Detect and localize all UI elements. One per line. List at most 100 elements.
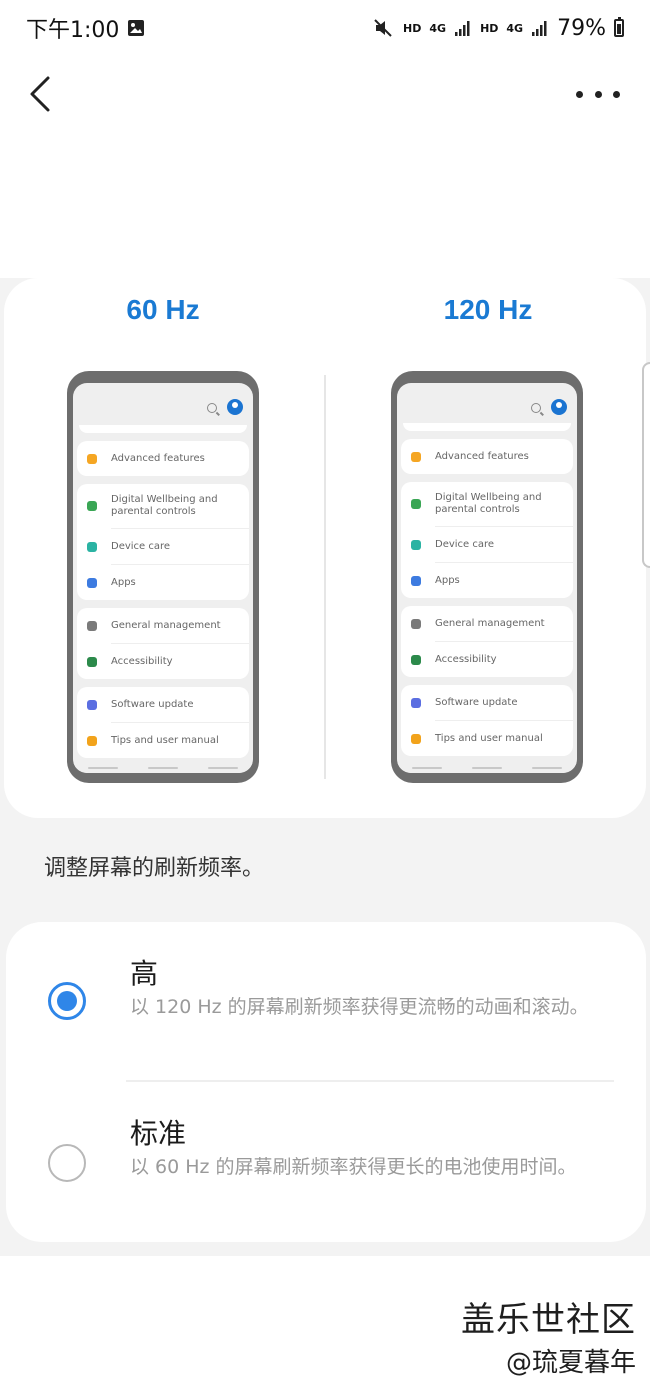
avatar-icon [551, 399, 567, 415]
option-high[interactable]: 高 以 120 Hz 的屏幕刷新频率获得更流畅的动画和滚动。 [0, 940, 640, 1080]
menu-item-icon [411, 499, 421, 509]
option-high-desc: 以 120 Hz 的屏幕刷新频率获得更流畅的动画和滚动。 [130, 996, 589, 1018]
menu-item-icon [87, 735, 97, 746]
radio-high[interactable] [48, 982, 86, 1020]
menu-item-label: Digital Wellbeing and parental controls [111, 494, 218, 517]
menu-item-label: Device care [111, 541, 171, 552]
phone-menu-group: General management Accessibility [77, 608, 249, 679]
menu-item-label: Tips and user manual [111, 735, 219, 746]
phone-menu-item: Accessibility [411, 641, 573, 677]
preview-divider [324, 375, 326, 779]
option-divider [126, 1080, 614, 1082]
phone-nav-bar [73, 763, 253, 773]
app-bar [0, 56, 650, 136]
option-standard-title: 标准 [130, 1117, 187, 1150]
menu-item-icon [411, 539, 421, 550]
menu-item-icon [87, 620, 97, 631]
phone-screen: Advanced features Digital Wellbeing and p… [73, 383, 253, 773]
battery-icon [614, 17, 624, 37]
watermark-community: 盖乐世社区 [461, 1300, 636, 1340]
phone-preview-60hz: Advanced features Digital Wellbeing and p… [67, 371, 259, 783]
back-icon [30, 76, 50, 112]
menu-item-icon [87, 699, 97, 710]
more-icon-dot [613, 90, 620, 98]
phone-menu-item: Device care [411, 526, 573, 562]
preview-label-120hz: 120 Hz [443, 294, 533, 325]
menu-item-label: Apps [111, 577, 136, 588]
phone-menu-item: Tips and user manual [411, 720, 573, 756]
phone-menu-group: Advanced features [77, 441, 249, 476]
mute-icon [374, 19, 392, 37]
phone-menu-item: Advanced features [401, 439, 573, 474]
hd-label-1: HD [403, 21, 422, 35]
phone-menu-item: Accessibility [87, 643, 249, 679]
menu-item-icon [411, 618, 421, 629]
phone-menu-group: General management Accessibility [401, 606, 573, 677]
phone-screen-strip [79, 425, 247, 433]
menu-item-label: Software update [435, 697, 518, 708]
battery-percent: 79% [557, 15, 606, 41]
phone-menu-item: General management [77, 608, 249, 643]
option-high-title: 高 [130, 957, 159, 990]
phone-screen-strip [403, 423, 571, 431]
avatar-icon [227, 399, 243, 415]
phone-menu-item: Software update [401, 685, 573, 720]
watermark-author: @琉夏暮年 [505, 1348, 636, 1378]
phone-screen-header [397, 383, 577, 423]
phone-menu-item: Digital Wellbeing and parental controls [77, 484, 249, 528]
phone-menu-group: Advanced features [401, 439, 573, 474]
refresh-rate-description: 调整屏幕的刷新频率。 [44, 856, 265, 881]
menu-item-label: Tips and user manual [435, 733, 543, 744]
menu-item-icon [87, 656, 97, 667]
more-options-button[interactable] [576, 80, 620, 108]
phone-menu: Advanced features Digital Wellbeing and p… [397, 439, 577, 756]
menu-item-label: Software update [111, 699, 194, 710]
gallery-icon [128, 20, 145, 36]
back-button[interactable] [22, 70, 66, 118]
menu-item-label: General management [111, 620, 221, 631]
status-bar: 下午1:00 HD 4G HD 4G 79% [0, 0, 650, 56]
phone-preview-120hz: Advanced features Digital Wellbeing and p… [391, 371, 583, 783]
menu-item-label: Device care [435, 539, 495, 550]
menu-item-icon [87, 501, 97, 511]
status-left: 下午1:00 [26, 12, 145, 44]
status-time: 下午1:00 [26, 18, 120, 43]
option-standard[interactable]: 标准 以 60 Hz 的屏幕刷新频率获得更长的电池使用时间。 [0, 1100, 640, 1230]
menu-item-icon [87, 453, 97, 464]
phone-menu-group: Software update Tips and user manual [77, 687, 249, 758]
phone-menu-group: Software update Tips and user manual [401, 685, 573, 756]
search-icon [207, 403, 217, 413]
more-icon [576, 90, 583, 98]
menu-item-label: Digital Wellbeing and parental controls [435, 492, 542, 515]
phone-screen: Advanced features Digital Wellbeing and p… [397, 383, 577, 773]
menu-item-label: General management [435, 618, 545, 629]
phone-menu-group: Digital Wellbeing and parental controls D… [77, 484, 249, 600]
scrollbar-handle[interactable] [642, 362, 650, 568]
phone-screen-header [73, 383, 253, 425]
menu-item-label: Advanced features [435, 451, 529, 462]
radio-standard[interactable] [48, 1144, 86, 1182]
network-label-1: 4G [429, 21, 447, 35]
menu-item-icon [411, 575, 421, 586]
phone-menu: Advanced features Digital Wellbeing and p… [73, 441, 253, 758]
phone-menu-item: Device care [87, 528, 249, 564]
network-label-2: 4G [506, 21, 524, 35]
menu-item-label: Accessibility [111, 656, 173, 667]
phone-menu-group: Digital Wellbeing and parental controls D… [401, 482, 573, 598]
search-icon [531, 403, 541, 413]
signal-icon [532, 21, 547, 36]
option-standard-desc: 以 60 Hz 的屏幕刷新频率获得更长的电池使用时间。 [130, 1156, 577, 1178]
menu-item-icon [411, 697, 421, 708]
menu-item-label: Apps [435, 575, 460, 586]
preview-label-60hz: 60 Hz [126, 294, 200, 325]
phone-menu-item: Apps [87, 564, 249, 600]
phone-menu-item: Digital Wellbeing and parental controls [401, 482, 573, 526]
menu-item-icon [87, 541, 97, 552]
phone-menu-item: Tips and user manual [87, 722, 249, 758]
signal-icon [455, 21, 470, 36]
menu-item-label: Accessibility [435, 654, 497, 665]
status-right: HD 4G HD 4G 79% [373, 16, 624, 41]
menu-item-icon [411, 733, 421, 744]
phone-menu-item: Apps [411, 562, 573, 598]
menu-item-icon [411, 451, 421, 462]
